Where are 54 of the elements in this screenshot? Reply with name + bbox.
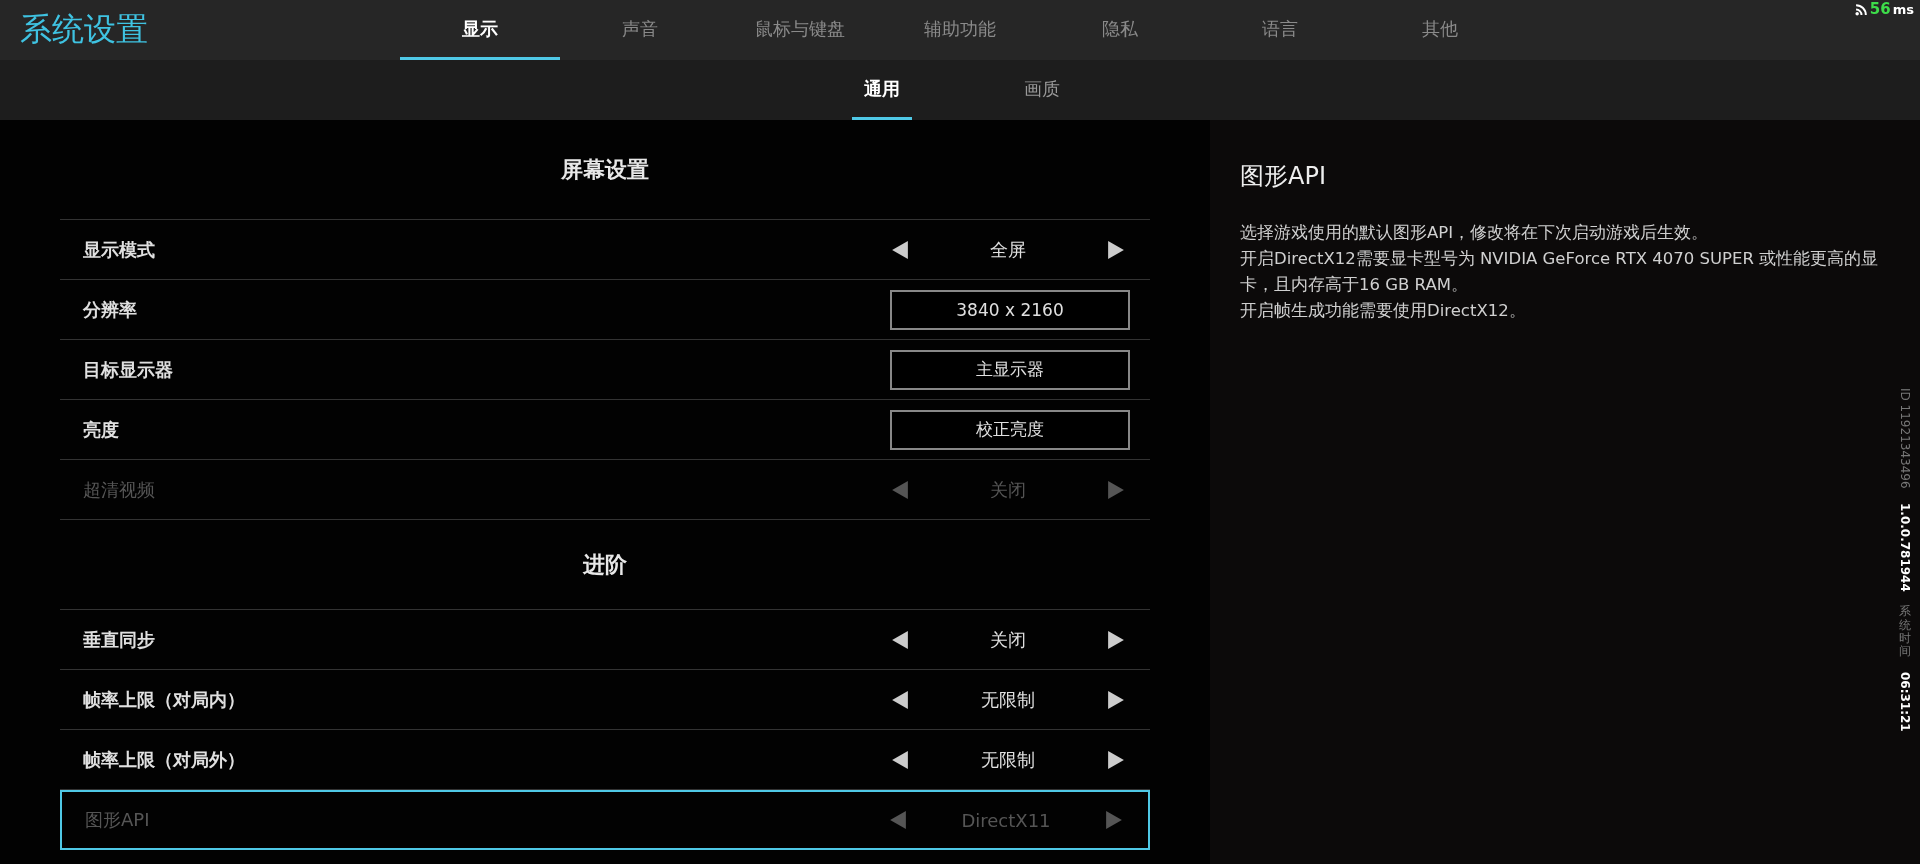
tab[interactable]: 声音 bbox=[560, 0, 720, 60]
tab[interactable]: 辅助功能 bbox=[880, 0, 1040, 60]
setting-value: DirectX11 bbox=[960, 809, 1052, 831]
sub-tab[interactable]: 画质 bbox=[1012, 60, 1072, 120]
left-arrow-icon[interactable] bbox=[892, 750, 908, 769]
left-arrow-icon[interactable] bbox=[892, 240, 908, 259]
tab[interactable]: 语言 bbox=[1200, 0, 1360, 60]
setting-row[interactable]: 显示模式 全屏 bbox=[60, 220, 1150, 280]
detail-text: 开启DirectX12需要显卡型号为 NVIDIA GeForce RTX 4070 SUPER 或性能更高的显卡，且内存高于16 GB RAM。 bbox=[1240, 248, 1880, 296]
left-arrow-icon[interactable] bbox=[892, 690, 908, 709]
setting-label: 显示模式 bbox=[83, 237, 156, 262]
setting-value: 无限制 bbox=[980, 747, 1036, 772]
detail-text: 选择游戏使用的默认图形API，修改将在下次启动游戏后生效。 bbox=[1240, 222, 1710, 244]
time-label: 系统时间 bbox=[1899, 605, 1911, 659]
tab[interactable]: 鼠标与键盘 bbox=[720, 0, 880, 60]
ping-value: 56 bbox=[1869, 0, 1891, 18]
detail-text: 开启帧生成功能需要使用DirectX12。 bbox=[1240, 300, 1527, 322]
section-heading: 屏幕设置 bbox=[60, 120, 1150, 220]
right-arrow-icon[interactable] bbox=[1108, 630, 1124, 649]
setting-button[interactable]: 校正亮度 bbox=[890, 409, 1130, 450]
app-title: 系统设置 bbox=[19, 9, 149, 50]
setting-label: 分辨率 bbox=[83, 297, 138, 322]
setting-row[interactable]: 帧率上限（对局外） 无限制 bbox=[60, 730, 1150, 790]
setting-value: 无限制 bbox=[980, 687, 1036, 712]
signal-icon bbox=[1854, 2, 1868, 16]
tab[interactable]: 其他 bbox=[1360, 0, 1520, 60]
right-arrow-icon[interactable] bbox=[1108, 750, 1124, 769]
detail-title: 图形API bbox=[1240, 161, 1327, 192]
setting-label: 帧率上限（对局外） bbox=[83, 747, 246, 772]
user-id: ID 11921343496 bbox=[1898, 388, 1912, 489]
setting-label: 亮度 bbox=[83, 417, 120, 442]
right-arrow-icon[interactable] bbox=[1108, 240, 1124, 259]
section-heading: 进阶 bbox=[60, 520, 1150, 610]
left-arrow-icon[interactable] bbox=[892, 630, 908, 649]
setting-row[interactable]: 垂直同步 关闭 bbox=[60, 610, 1150, 670]
setting-row[interactable]: 帧率上限（对局内） 无限制 bbox=[60, 670, 1150, 730]
setting-label: 帧率上限（对局内） bbox=[83, 687, 246, 712]
setting-label: 目标显示器 bbox=[83, 357, 174, 382]
setting-row[interactable]: 分辨率 3840 x 2160 bbox=[60, 280, 1150, 340]
setting-button[interactable]: 主显示器 bbox=[890, 349, 1130, 390]
setting-value: 全屏 bbox=[989, 237, 1027, 262]
ping-unit: ms bbox=[1892, 1, 1914, 17]
setting-button[interactable]: 3840 x 2160 bbox=[890, 289, 1130, 330]
setting-label: 图形API bbox=[85, 808, 151, 832]
setting-label: 超清视频 bbox=[83, 477, 156, 502]
setting-value: 关闭 bbox=[989, 627, 1027, 652]
time-text: 06:31:21 bbox=[1898, 672, 1912, 732]
right-arrow-icon[interactable] bbox=[1108, 690, 1124, 709]
tab[interactable]: 隐私 bbox=[1040, 0, 1200, 60]
setting-row[interactable]: 亮度 校正亮度 bbox=[60, 400, 1150, 460]
setting-row[interactable]: 目标显示器 主显示器 bbox=[60, 340, 1150, 400]
setting-value: 关闭 bbox=[989, 477, 1027, 502]
setting-label: 垂直同步 bbox=[83, 627, 156, 652]
version-text: 1.0.0.781944 bbox=[1898, 502, 1912, 592]
